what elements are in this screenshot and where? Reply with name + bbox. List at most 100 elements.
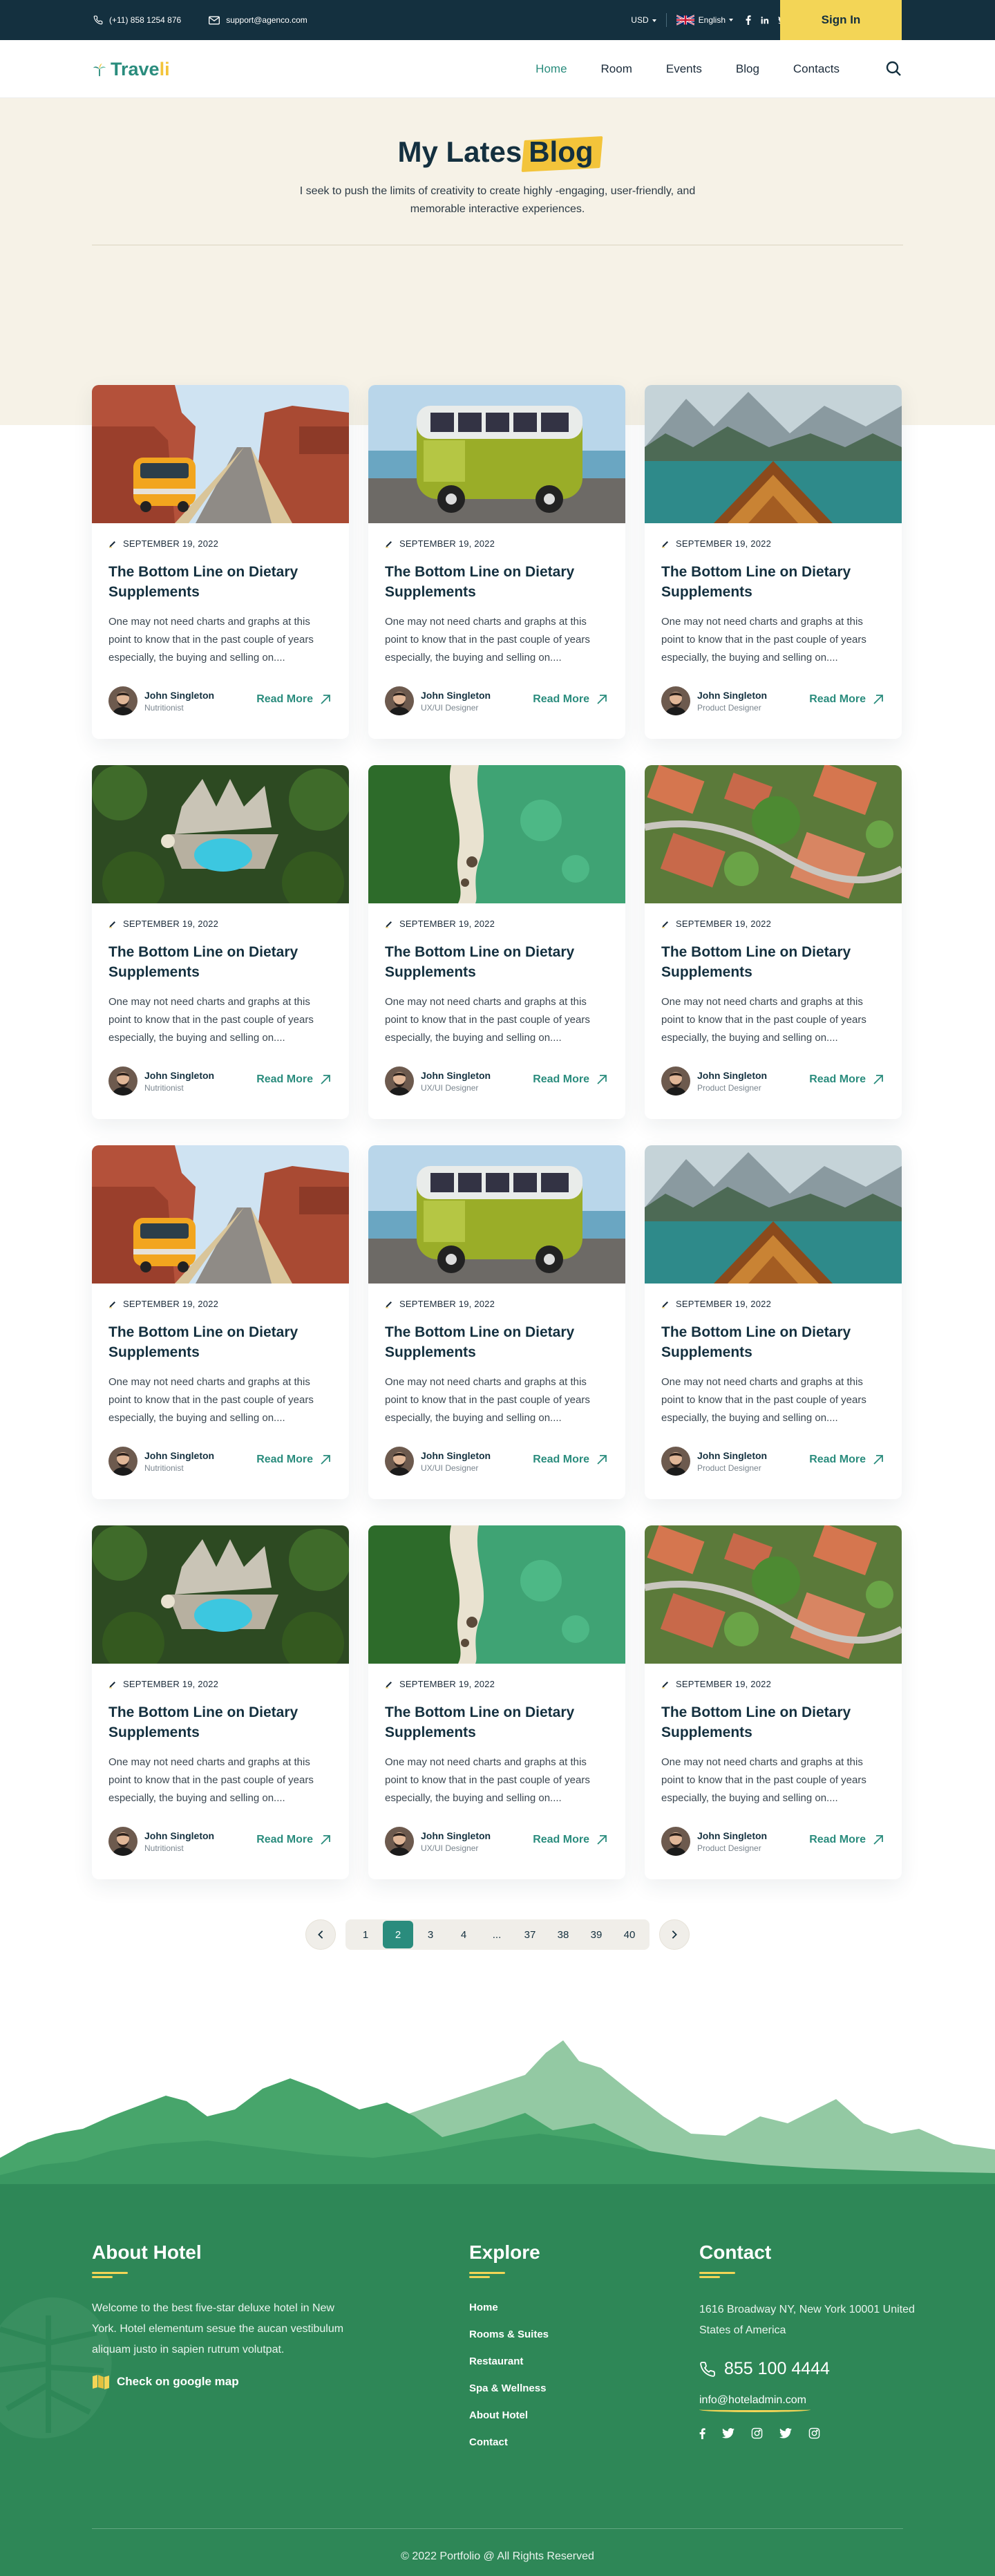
footer-link-spa[interactable]: Spa & Wellness bbox=[469, 2382, 549, 2394]
post-image[interactable] bbox=[368, 1525, 625, 1664]
linkedin-icon[interactable] bbox=[760, 16, 769, 25]
twitter-icon[interactable] bbox=[722, 2428, 735, 2438]
post-title[interactable]: The Bottom Line on Dietary Supplements bbox=[661, 1702, 885, 1742]
nav-item-events[interactable]: Events bbox=[666, 62, 702, 76]
blog-post-card[interactable]: SEPTEMBER 19, 2022 The Bottom Line on Di… bbox=[368, 1525, 625, 1879]
post-image[interactable] bbox=[368, 1145, 625, 1284]
facebook-icon[interactable] bbox=[746, 15, 751, 25]
nav-item-room[interactable]: Room bbox=[601, 62, 632, 76]
read-more-link[interactable]: Read More bbox=[809, 1454, 884, 1466]
page-number[interactable]: 38 bbox=[547, 1921, 579, 1948]
footer-link-home[interactable]: Home bbox=[469, 2302, 549, 2313]
author-role: Product Designer bbox=[697, 1082, 761, 1093]
search-icon[interactable] bbox=[885, 60, 902, 77]
post-title[interactable]: The Bottom Line on Dietary Supplements bbox=[661, 1322, 885, 1362]
instagram-icon[interactable] bbox=[808, 2427, 820, 2439]
read-more-link[interactable]: Read More bbox=[533, 693, 607, 706]
language-select[interactable]: English bbox=[676, 15, 733, 26]
page-number[interactable]: 3 bbox=[415, 1921, 446, 1948]
footer-link-restaurant[interactable]: Restaurant bbox=[469, 2356, 549, 2367]
topbar-phone[interactable]: (+11) 858 1254 876 bbox=[93, 15, 181, 25]
blog-post-card[interactable]: SEPTEMBER 19, 2022 The Bottom Line on Di… bbox=[645, 1145, 902, 1499]
post-image[interactable] bbox=[645, 385, 902, 523]
footer-contact: Contact 1616 Broadway NY, New York 10001… bbox=[699, 2241, 920, 2439]
google-map-link[interactable]: Check on google map bbox=[92, 2374, 354, 2389]
post-title[interactable]: The Bottom Line on Dietary Supplements bbox=[108, 562, 332, 602]
blog-post-card[interactable]: SEPTEMBER 19, 2022 The Bottom Line on Di… bbox=[645, 1525, 902, 1879]
topbar-email[interactable]: support@agenco.com bbox=[209, 15, 307, 25]
read-more-link[interactable]: Read More bbox=[533, 1834, 607, 1846]
nav-item-contacts[interactable]: Contacts bbox=[793, 62, 840, 76]
read-more-link[interactable]: Read More bbox=[533, 1454, 607, 1466]
read-more-link[interactable]: Read More bbox=[809, 1834, 884, 1846]
footer-link-contact[interactable]: Contact bbox=[469, 2436, 549, 2448]
post-image[interactable] bbox=[645, 1145, 902, 1284]
currency-select[interactable]: USD bbox=[631, 15, 656, 25]
brand-logo[interactable]: Traveli bbox=[92, 59, 170, 80]
post-image[interactable] bbox=[92, 1525, 349, 1664]
author-role: UX/UI Designer bbox=[421, 1463, 479, 1473]
post-title[interactable]: The Bottom Line on Dietary Supplements bbox=[108, 1322, 332, 1362]
read-more-link[interactable]: Read More bbox=[809, 1073, 884, 1086]
post-image[interactable] bbox=[92, 765, 349, 903]
author-role: Nutritionist bbox=[144, 1463, 184, 1473]
post-title[interactable]: The Bottom Line on Dietary Supplements bbox=[385, 562, 609, 602]
page-number[interactable]: 4 bbox=[448, 1921, 480, 1948]
chevron-right-icon bbox=[672, 1930, 677, 1939]
read-more-link[interactable]: Read More bbox=[256, 693, 331, 706]
footer-socials bbox=[699, 2427, 920, 2439]
avatar bbox=[385, 1447, 414, 1476]
post-image[interactable] bbox=[368, 385, 625, 523]
blog-post-card[interactable]: SEPTEMBER 19, 2022 The Bottom Line on Di… bbox=[92, 385, 349, 739]
page-number[interactable]: 39 bbox=[580, 1921, 612, 1948]
post-image[interactable] bbox=[92, 1145, 349, 1284]
brand-name-a: Trave bbox=[111, 59, 160, 79]
blog-post-card[interactable]: SEPTEMBER 19, 2022 The Bottom Line on Di… bbox=[92, 1525, 349, 1879]
read-more-link[interactable]: Read More bbox=[256, 1073, 331, 1086]
footer-email[interactable]: info@hoteladmin.com bbox=[699, 2394, 811, 2412]
blog-post-card[interactable]: SEPTEMBER 19, 2022 The Bottom Line on Di… bbox=[368, 1145, 625, 1499]
blog-post-card[interactable]: SEPTEMBER 19, 2022 The Bottom Line on Di… bbox=[368, 385, 625, 739]
page-number[interactable]: 40 bbox=[614, 1921, 645, 1948]
palm-logo-icon bbox=[93, 63, 106, 76]
post-title[interactable]: The Bottom Line on Dietary Supplements bbox=[385, 942, 609, 982]
footer-link-rooms[interactable]: Rooms & Suites bbox=[469, 2329, 549, 2340]
nav-item-home[interactable]: Home bbox=[536, 62, 567, 76]
footer-link-about[interactable]: About Hotel bbox=[469, 2409, 549, 2421]
blog-post-card[interactable]: SEPTEMBER 19, 2022 The Bottom Line on Di… bbox=[645, 765, 902, 1119]
post-image[interactable] bbox=[92, 385, 349, 523]
post-image[interactable] bbox=[368, 765, 625, 903]
post-title[interactable]: The Bottom Line on Dietary Supplements bbox=[661, 562, 885, 602]
post-title[interactable]: The Bottom Line on Dietary Supplements bbox=[108, 1702, 332, 1742]
blog-post-card[interactable]: SEPTEMBER 19, 2022 The Bottom Line on Di… bbox=[92, 765, 349, 1119]
post-title[interactable]: The Bottom Line on Dietary Supplements bbox=[385, 1322, 609, 1362]
instagram-icon[interactable] bbox=[751, 2427, 763, 2439]
footer-phone[interactable]: 855 100 4444 bbox=[699, 2359, 920, 2379]
sign-in-button[interactable]: Sign In bbox=[780, 0, 902, 40]
read-more-link[interactable]: Read More bbox=[809, 693, 884, 706]
prev-page-button[interactable] bbox=[305, 1919, 336, 1950]
page-number[interactable]: 2 bbox=[383, 1921, 413, 1948]
pencil-icon bbox=[386, 1681, 392, 1688]
read-more-link[interactable]: Read More bbox=[533, 1073, 607, 1086]
post-title[interactable]: The Bottom Line on Dietary Supplements bbox=[108, 942, 332, 982]
blog-post-card[interactable]: SEPTEMBER 19, 2022 The Bottom Line on Di… bbox=[368, 765, 625, 1119]
page-number[interactable]: 37 bbox=[514, 1921, 546, 1948]
facebook-icon[interactable] bbox=[699, 2427, 705, 2439]
post-image[interactable] bbox=[645, 765, 902, 903]
post-date: SEPTEMBER 19, 2022 bbox=[108, 1299, 218, 1309]
page-number[interactable]: 1 bbox=[350, 1921, 381, 1948]
post-title[interactable]: The Bottom Line on Dietary Supplements bbox=[385, 1702, 609, 1742]
post-date: SEPTEMBER 19, 2022 bbox=[385, 1299, 495, 1309]
read-more-link[interactable]: Read More bbox=[256, 1454, 331, 1466]
post-image[interactable] bbox=[645, 1525, 902, 1664]
twitter-icon[interactable] bbox=[779, 2428, 792, 2438]
pencil-icon bbox=[386, 540, 392, 547]
next-page-button[interactable] bbox=[659, 1919, 690, 1950]
blog-post-card[interactable]: SEPTEMBER 19, 2022 The Bottom Line on Di… bbox=[645, 385, 902, 739]
blog-post-card[interactable]: SEPTEMBER 19, 2022 The Bottom Line on Di… bbox=[92, 1145, 349, 1499]
post-title[interactable]: The Bottom Line on Dietary Supplements bbox=[661, 942, 885, 982]
footer-about: About Hotel Welcome to the best five-sta… bbox=[92, 2241, 354, 2389]
nav-item-blog[interactable]: Blog bbox=[736, 62, 759, 76]
read-more-link[interactable]: Read More bbox=[256, 1834, 331, 1846]
